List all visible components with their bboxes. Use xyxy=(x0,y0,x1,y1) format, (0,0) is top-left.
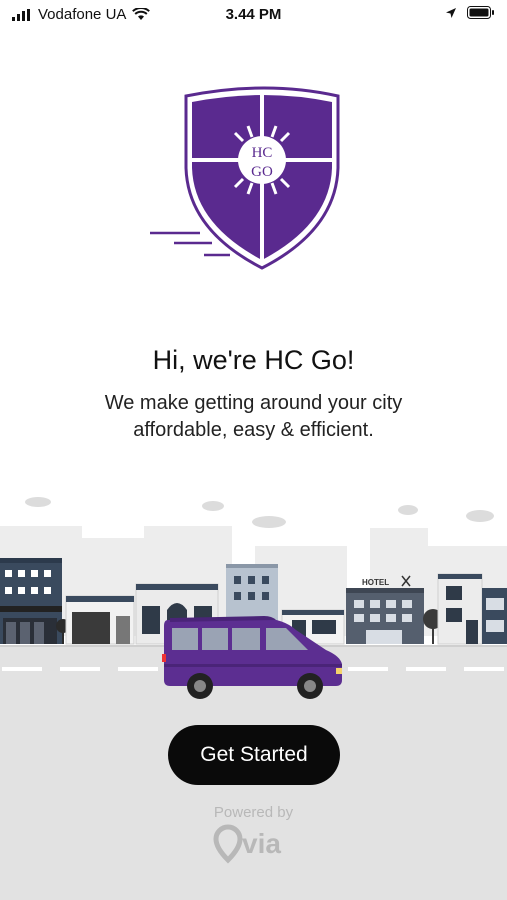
subtext-line-1: We make getting around your city xyxy=(104,392,403,414)
welcome-headline: Hi, we're HC Go! xyxy=(152,345,355,375)
location-pin-icon xyxy=(213,824,243,864)
logo-text-hc: HC xyxy=(252,145,273,161)
logo-text-go: GO xyxy=(251,164,273,180)
clouds xyxy=(25,497,494,528)
welcome-subtext: We make getting around your city afforda… xyxy=(0,390,507,444)
get-started-button[interactable]: Get Started xyxy=(168,725,340,785)
location-arrow-icon xyxy=(446,7,456,18)
hc-go-shield-logo: HC GO xyxy=(150,86,340,270)
building-dark-blue xyxy=(0,558,62,644)
status-right xyxy=(445,6,495,19)
via-wordmark: via xyxy=(242,828,281,859)
subtext-line-2: affordable, easy & efficient. xyxy=(133,419,374,441)
via-logo: via xyxy=(213,824,281,864)
status-bar: Vodafone UA 3.44 PM xyxy=(0,0,507,30)
powered-by-label: Powered by xyxy=(213,804,294,821)
status-time: 3.44 PM xyxy=(225,6,282,23)
building-garage xyxy=(65,595,135,645)
hotel-sign: HOTEL xyxy=(362,578,389,587)
battery-icon xyxy=(467,6,494,19)
